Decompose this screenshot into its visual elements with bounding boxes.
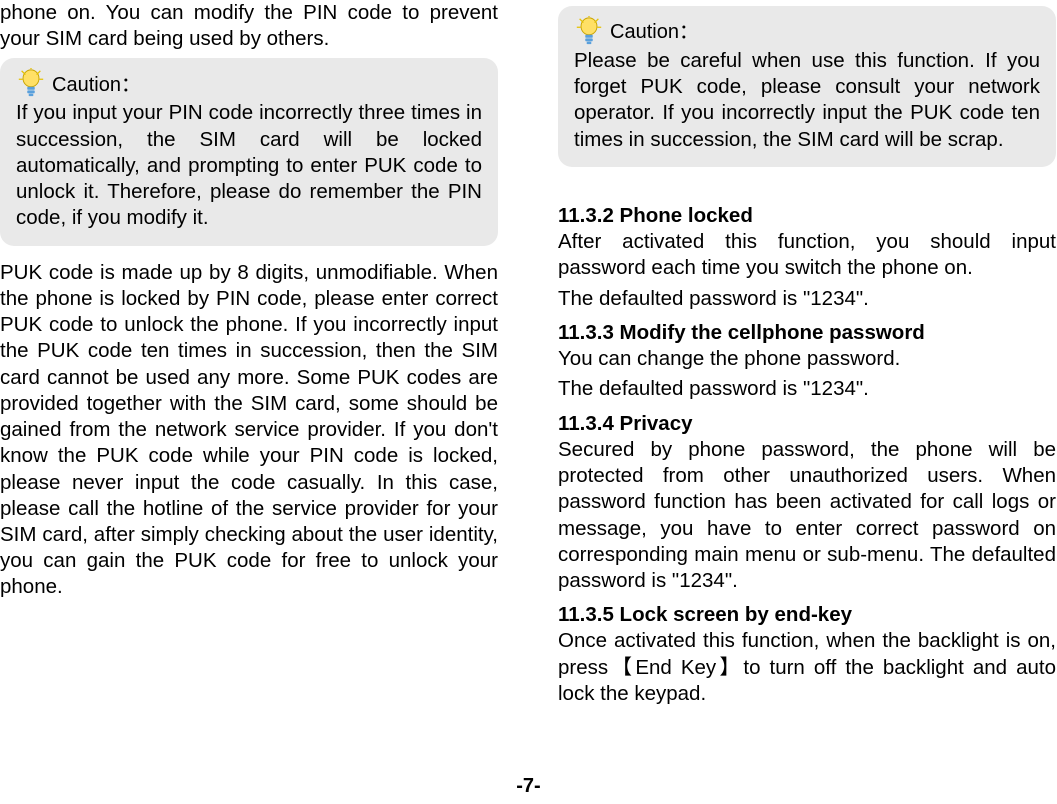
para-phone-locked-1: After activated this function, you shoul… — [558, 229, 1056, 281]
para-modify-password-1: You can change the phone password. — [558, 346, 1056, 372]
para-lock-screen-1: Once activated this function, when the b… — [558, 628, 1056, 707]
caution-text-right: Please be careful when use this function… — [574, 48, 1040, 153]
lightbulb-icon — [16, 68, 46, 98]
intro-paragraph: phone on. You can modify the PIN code to… — [0, 0, 498, 52]
para-privacy-1: Secured by phone password, the phone wil… — [558, 437, 1056, 594]
heading-privacy: 11.3.4 Privacy — [558, 411, 1056, 437]
puk-paragraph: PUK code is made up by 8 digits, unmodif… — [0, 260, 498, 601]
para-modify-password-2: The defaulted password is "1234". — [558, 376, 1056, 402]
caution-box-right: Caution： Please be careful when use this… — [558, 6, 1056, 167]
left-column: phone on. You can modify the PIN code to… — [0, 0, 498, 711]
heading-phone-locked: 11.3.2 Phone locked — [558, 203, 1056, 229]
right-column: Caution： Please be careful when use this… — [558, 0, 1056, 711]
para-phone-locked-2: The defaulted password is "1234". — [558, 286, 1056, 312]
caution-text-left: If you input your PIN code incorrectly t… — [16, 100, 482, 231]
caution-label-right: Caution： — [610, 20, 699, 46]
page-number: -7- — [0, 775, 1057, 798]
heading-modify-password: 11.3.3 Modify the cellphone password — [558, 320, 1056, 346]
caution-label-left: Caution： — [52, 73, 141, 99]
lightbulb-icon — [574, 16, 604, 46]
caution-box-left: Caution： If you input your PIN code inco… — [0, 58, 498, 245]
heading-lock-screen: 11.3.5 Lock screen by end-key — [558, 602, 1056, 628]
